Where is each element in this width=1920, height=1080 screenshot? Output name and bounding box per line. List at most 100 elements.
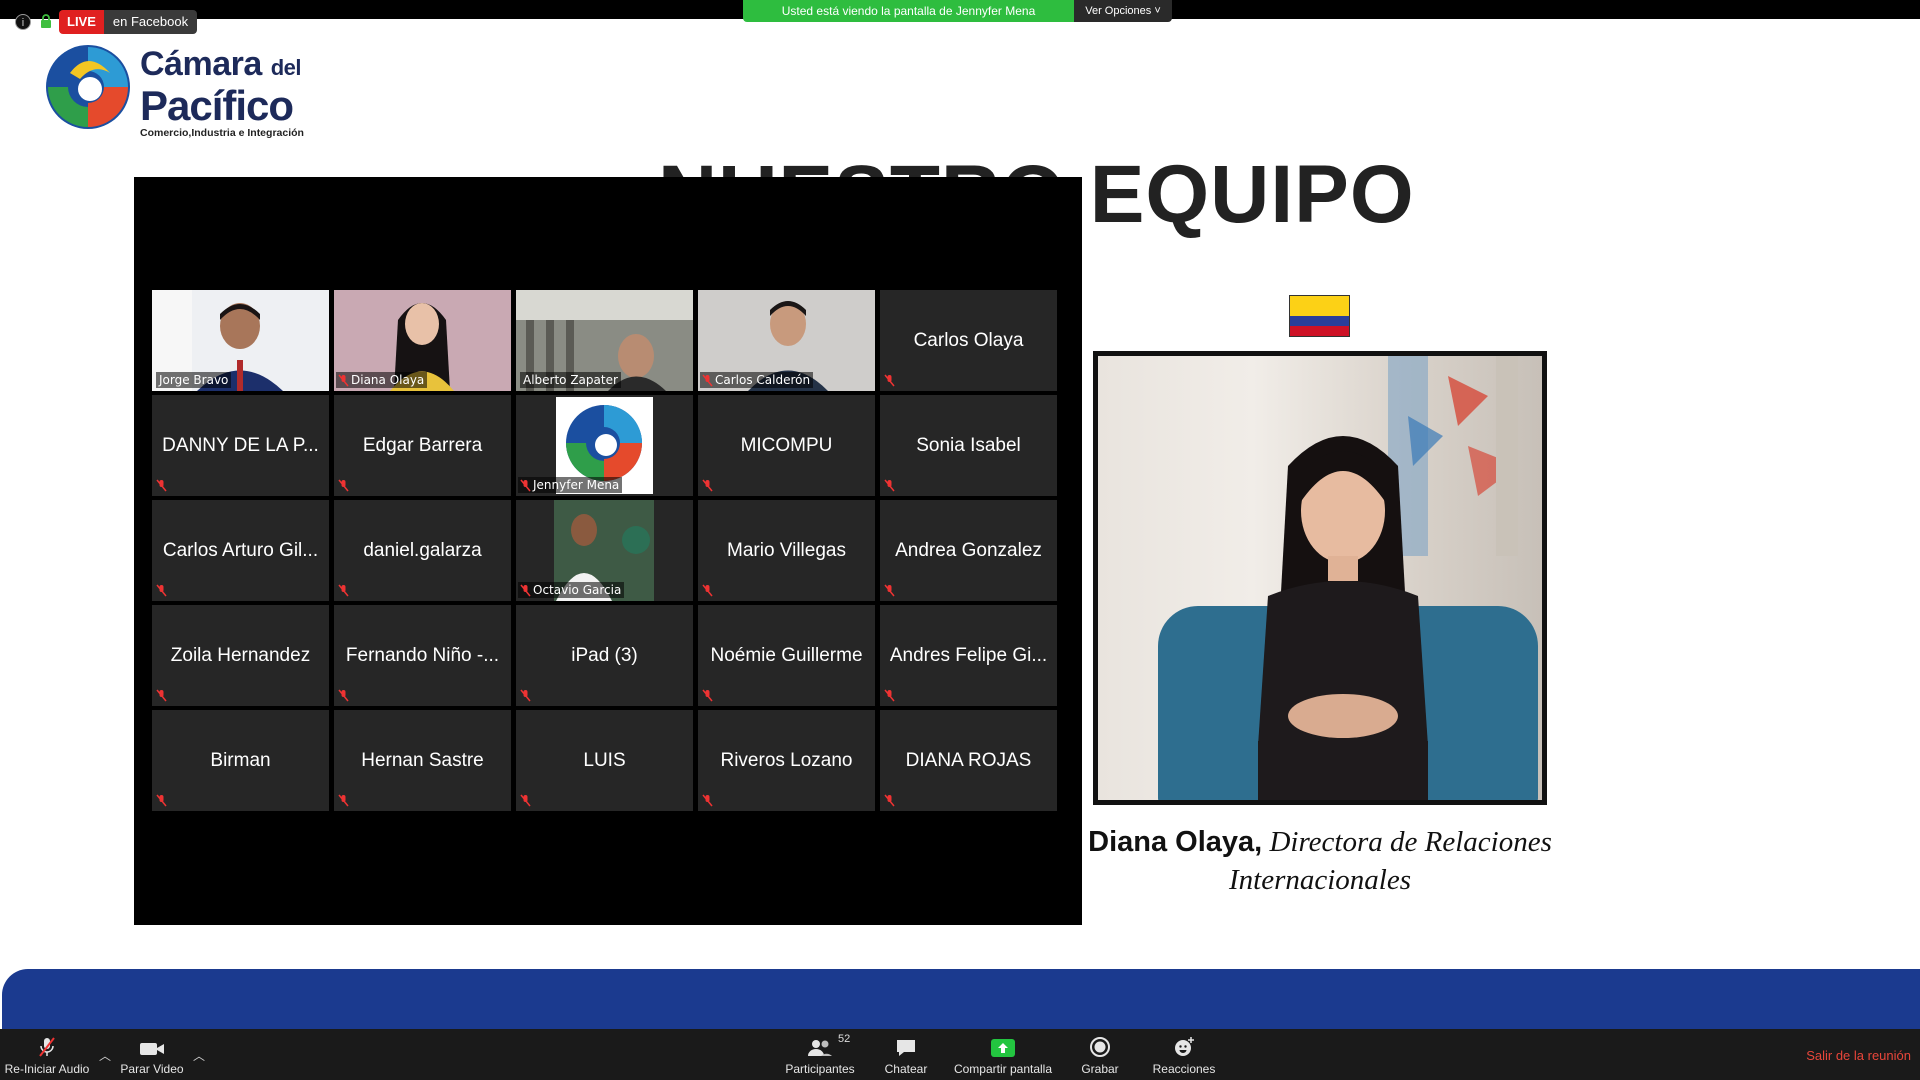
participant-name: Carlos Arturo Gil... <box>162 539 319 561</box>
mic-muted-icon <box>156 479 167 492</box>
participant-name: Carlos Calderón <box>700 372 814 388</box>
participant-name: Diana Olaya <box>336 372 428 388</box>
video-camera-icon <box>140 1043 164 1055</box>
camara-logo-icon <box>46 45 130 129</box>
participant-tile[interactable]: Alberto Zapater <box>516 290 693 391</box>
mic-muted-icon <box>520 794 531 807</box>
share-screen-icon <box>991 1039 1015 1057</box>
stop-video-label: Parar Video <box>120 1062 184 1076</box>
participant-name: Andres Felipe Gi... <box>889 644 1048 666</box>
reactions-label: Reacciones <box>1152 1062 1216 1076</box>
participant-tile[interactable]: Fernando Niño -... <box>334 605 511 706</box>
mic-muted-icon <box>702 374 713 387</box>
participant-tile[interactable]: Hernan Sastre <box>334 710 511 811</box>
participant-tile[interactable]: Edgar Barrera <box>334 395 511 496</box>
participant-tile[interactable]: iPad (3) <box>516 605 693 706</box>
mic-muted-icon <box>338 374 349 387</box>
caption-name: Diana Olaya, <box>1088 826 1263 858</box>
participants-icon <box>808 1040 832 1056</box>
caption-role-2: Internacionales <box>1228 864 1411 896</box>
chat-icon <box>897 1040 915 1056</box>
mic-muted-icon <box>702 479 713 492</box>
participant-tile[interactable]: DIANA ROJAS <box>880 710 1057 811</box>
participant-name: Zoila Hernandez <box>170 644 311 666</box>
participant-tile[interactable]: Riveros Lozano <box>698 710 875 811</box>
leave-meeting-button[interactable]: Salir de la reunión <box>1806 1048 1911 1063</box>
mic-muted-icon <box>338 794 349 807</box>
caption-role-1: Directora de Relaciones <box>1269 826 1552 858</box>
participant-tile[interactable]: Sonia Isabel <box>880 395 1057 496</box>
share-screen-button[interactable]: Compartir pantalla <box>948 1029 1058 1080</box>
mic-muted-icon <box>884 584 895 597</box>
audio-options-chevron-icon[interactable]: ︿ <box>99 1047 111 1064</box>
participant-tile[interactable]: LUIS <box>516 710 693 811</box>
mic-muted-icon <box>884 689 895 702</box>
participant-name: Octavio Garcia <box>518 582 625 598</box>
participant-tile[interactable]: Zoila Hernandez <box>152 605 329 706</box>
participant-tile[interactable]: Carlos Olaya <box>880 290 1057 391</box>
participant-tile[interactable]: Carlos Arturo Gil... <box>152 500 329 601</box>
participant-name: MICOMPU <box>740 434 833 456</box>
chat-button[interactable]: Chatear <box>876 1029 936 1080</box>
participant-tile[interactable]: Noémie Guillerme <box>698 605 875 706</box>
slide-footer-band <box>2 969 1920 1029</box>
share-screen-label: Compartir pantalla <box>953 1062 1053 1076</box>
stop-video-button[interactable]: Parar Video <box>112 1029 192 1080</box>
mic-muted-icon <box>884 479 895 492</box>
mic-muted-icon <box>884 374 895 387</box>
camara-logo-text: Cámara del Pacífico Comercio,Industria e… <box>140 46 304 139</box>
logo-line2: Pacífico <box>140 82 294 129</box>
record-label: Grabar <box>1081 1062 1119 1076</box>
participant-name: Birman <box>210 749 271 771</box>
participant-name: Riveros Lozano <box>720 749 853 771</box>
lock-icon[interactable] <box>40 14 52 28</box>
participant-name: Noémie Guillerme <box>710 644 863 666</box>
participant-name: DANNY DE LA P... <box>162 434 319 456</box>
participants-label: Participantes <box>785 1062 855 1076</box>
reactions-icon <box>1175 1037 1194 1056</box>
profile-photo <box>1093 351 1547 805</box>
participant-name: DIANA ROJAS <box>905 749 1032 771</box>
live-badge[interactable]: LIVE en Facebook <box>59 10 198 34</box>
meeting-toolbar: Re-Iniciar Audio ︿ Parar Video ︿ Partici… <box>0 1029 1920 1080</box>
participant-tile[interactable]: Jennyfer Mena <box>516 395 693 496</box>
reactions-button[interactable]: Reacciones <box>1146 1029 1222 1080</box>
mic-muted-icon <box>156 689 167 702</box>
mic-muted-icon <box>702 794 713 807</box>
participant-grid: Jorge Bravo Diana Olaya Alberto Zapater … <box>152 290 1057 811</box>
participant-tile[interactable]: Birman <box>152 710 329 811</box>
restart-audio-button[interactable]: Re-Iniciar Audio <box>2 1029 92 1080</box>
live-label: LIVE <box>59 10 104 34</box>
record-icon <box>1090 1037 1110 1057</box>
participant-tile[interactable]: Andres Felipe Gi... <box>880 605 1057 706</box>
participant-tile[interactable]: Carlos Calderón <box>698 290 875 391</box>
participant-tile[interactable]: daniel.galarza <box>334 500 511 601</box>
participant-tile[interactable]: Octavio Garcia <box>516 500 693 601</box>
record-button[interactable]: Grabar <box>1070 1029 1130 1080</box>
participant-tile[interactable]: Mario Villegas <box>698 500 875 601</box>
participant-tile[interactable]: Jorge Bravo <box>152 290 329 391</box>
photo-caption: Diana Olaya, Directora de Relaciones Int… <box>1060 823 1580 899</box>
participant-tile[interactable]: Andrea Gonzalez <box>880 500 1057 601</box>
mic-muted-icon <box>520 479 531 492</box>
mic-muted-icon <box>520 689 531 702</box>
participant-name: Edgar Barrera <box>362 434 483 456</box>
logo-tagline: Comercio,Industria e Integración <box>140 127 304 139</box>
mic-muted-icon <box>338 689 349 702</box>
participant-name: Carlos Olaya <box>913 329 1024 351</box>
logo-line1: Cámara <box>140 45 262 83</box>
mic-muted-icon <box>338 479 349 492</box>
view-options-button[interactable]: Ver Opciones ˅ <box>1074 0 1172 22</box>
participant-name: Hernan Sastre <box>361 749 484 771</box>
video-options-chevron-icon[interactable]: ︿ <box>193 1047 205 1064</box>
participant-name: Sonia Isabel <box>916 434 1021 456</box>
mic-muted-icon <box>39 1037 55 1057</box>
gallery-view[interactable]: Jorge Bravo Diana Olaya Alberto Zapater … <box>134 177 1082 925</box>
participant-name: Jennyfer Mena <box>518 477 623 493</box>
participant-tile[interactable]: DANNY DE LA P... <box>152 395 329 496</box>
participant-tile[interactable]: Diana Olaya <box>334 290 511 391</box>
participant-tile[interactable]: MICOMPU <box>698 395 875 496</box>
info-icon[interactable]: i <box>15 14 31 30</box>
participant-name: Fernando Niño -... <box>345 644 500 666</box>
participant-name: Mario Villegas <box>727 539 846 561</box>
